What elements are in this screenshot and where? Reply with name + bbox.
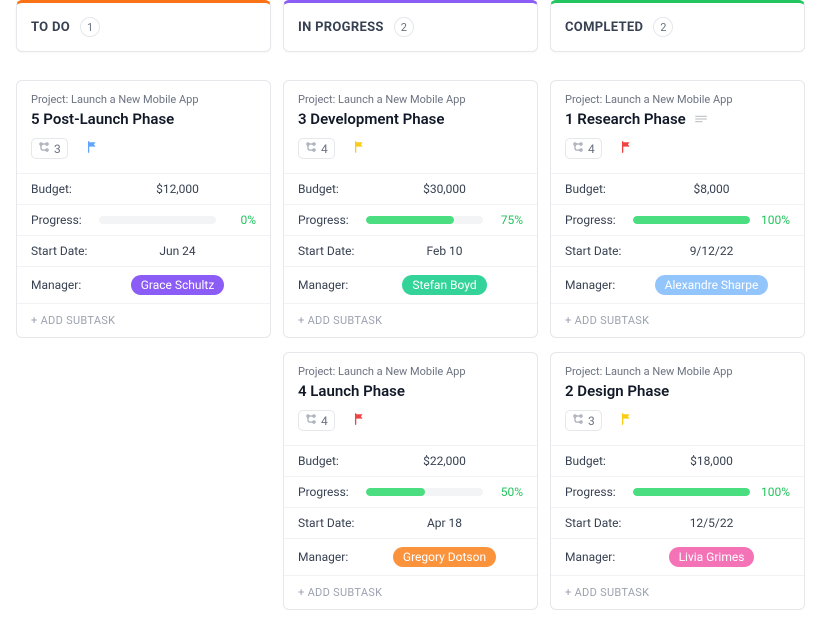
column-title: COMPLETED xyxy=(565,20,643,35)
progress-percent: 100% xyxy=(758,213,790,227)
manager-chip[interactable]: Livia Grimes xyxy=(669,547,755,567)
task-card[interactable]: Project: Launch a New Mobile App 3 Develo… xyxy=(283,80,538,338)
budget-row[interactable]: Budget:$12,000 xyxy=(17,173,270,204)
subtask-count-pill[interactable]: 4 xyxy=(565,138,602,159)
task-card[interactable]: Project: Launch a New Mobile App 2 Design… xyxy=(550,352,805,610)
priority-flag-icon[interactable] xyxy=(353,411,367,430)
task-title[interactable]: 2 Design Phase xyxy=(565,382,790,400)
priority-flag-icon[interactable] xyxy=(620,411,634,430)
project-line[interactable]: Project: Launch a New Mobile App xyxy=(565,365,790,378)
manager-chip[interactable]: Alexandre Sharpe xyxy=(655,275,769,295)
column-count-badge: 2 xyxy=(653,17,673,37)
column-header-completed[interactable]: COMPLETED 2 xyxy=(550,0,805,52)
progress-row[interactable]: Progress:0% xyxy=(17,204,270,235)
project-line[interactable]: Project: Launch a New Mobile App xyxy=(298,365,523,378)
start-date-row[interactable]: Start Date:9/12/22 xyxy=(551,235,804,266)
manager-row[interactable]: Manager:Stefan Boyd xyxy=(284,266,537,303)
cards-list: Project: Launch a New Mobile App 5 Post-L… xyxy=(16,80,271,338)
column-inprogress: IN PROGRESS 2 Project: Launch a New Mobile… xyxy=(283,0,538,610)
progress-percent: 100% xyxy=(758,485,790,499)
progress-row[interactable]: Progress:50% xyxy=(284,476,537,507)
add-subtask-button[interactable]: + ADD SUBTASK xyxy=(284,303,537,337)
progress-percent: 0% xyxy=(224,213,256,227)
subtask-count-pill[interactable]: 3 xyxy=(31,138,68,159)
column-completed: COMPLETED 2 Project: Launch a New Mobile A… xyxy=(550,0,805,610)
task-card[interactable]: Project: Launch a New Mobile App 1 Resear… xyxy=(550,80,805,338)
add-subtask-button[interactable]: + ADD SUBTASK xyxy=(551,303,804,337)
add-subtask-button[interactable]: + ADD SUBTASK xyxy=(284,575,537,609)
subtask-tree-icon xyxy=(38,141,50,156)
column-title: TO DO xyxy=(31,20,70,35)
manager-chip[interactable]: Gregory Dotson xyxy=(393,547,496,567)
manager-chip[interactable]: Stefan Boyd xyxy=(402,275,486,295)
progress-row[interactable]: Progress:100% xyxy=(551,204,804,235)
progress-bar xyxy=(633,488,750,496)
add-subtask-button[interactable]: + ADD SUBTASK xyxy=(551,575,804,609)
kanban-board: TO DO 1 Project: Launch a New Mobile App 5 … xyxy=(0,0,821,626)
progress-percent: 50% xyxy=(491,485,523,499)
task-card[interactable]: Project: Launch a New Mobile App 4 Launch… xyxy=(283,352,538,610)
subtask-tree-icon xyxy=(305,141,317,156)
subtask-tree-icon xyxy=(572,141,584,156)
subtask-count-pill[interactable]: 4 xyxy=(298,138,335,159)
column-title: IN PROGRESS xyxy=(298,20,384,35)
subtask-count-pill[interactable]: 4 xyxy=(298,410,335,431)
progress-row[interactable]: Progress:100% xyxy=(551,476,804,507)
start-date-row[interactable]: Start Date:12/5/22 xyxy=(551,507,804,538)
project-line[interactable]: Project: Launch a New Mobile App xyxy=(31,93,256,106)
start-date-row[interactable]: Start Date:Jun 24 xyxy=(17,235,270,266)
start-date-row[interactable]: Start Date:Apr 18 xyxy=(284,507,537,538)
task-title[interactable]: 5 Post-Launch Phase xyxy=(31,110,256,128)
manager-row[interactable]: Manager:Gregory Dotson xyxy=(284,538,537,575)
budget-row[interactable]: Budget:$18,000 xyxy=(551,445,804,476)
project-line[interactable]: Project: Launch a New Mobile App xyxy=(298,93,523,106)
priority-flag-icon[interactable] xyxy=(86,139,100,158)
add-subtask-button[interactable]: + ADD SUBTASK xyxy=(17,303,270,337)
column-count-badge: 1 xyxy=(80,17,100,37)
task-title[interactable]: 1 Research Phase xyxy=(565,110,790,128)
project-line[interactable]: Project: Launch a New Mobile App xyxy=(565,93,790,106)
column-todo: TO DO 1 Project: Launch a New Mobile App 5 … xyxy=(16,0,271,610)
progress-percent: 75% xyxy=(491,213,523,227)
column-header-todo[interactable]: TO DO 1 xyxy=(16,0,271,52)
cards-list: Project: Launch a New Mobile App 3 Develo… xyxy=(283,80,538,610)
start-date-row[interactable]: Start Date:Feb 10 xyxy=(284,235,537,266)
task-title[interactable]: 4 Launch Phase xyxy=(298,382,523,400)
progress-bar xyxy=(633,216,750,224)
description-icon xyxy=(694,110,708,128)
priority-flag-icon[interactable] xyxy=(353,139,367,158)
cards-list: Project: Launch a New Mobile App 1 Resear… xyxy=(550,80,805,610)
priority-flag-icon[interactable] xyxy=(620,139,634,158)
manager-row[interactable]: Manager:Livia Grimes xyxy=(551,538,804,575)
task-title[interactable]: 3 Development Phase xyxy=(298,110,523,128)
manager-chip[interactable]: Grace Schultz xyxy=(131,275,225,295)
subtask-tree-icon xyxy=(305,413,317,428)
subtask-tree-icon xyxy=(572,413,584,428)
column-header-inprogress[interactable]: IN PROGRESS 2 xyxy=(283,0,538,52)
manager-row[interactable]: Manager:Grace Schultz xyxy=(17,266,270,303)
task-card[interactable]: Project: Launch a New Mobile App 5 Post-L… xyxy=(16,80,271,338)
column-count-badge: 2 xyxy=(394,17,414,37)
progress-bar xyxy=(99,216,216,224)
manager-row[interactable]: Manager:Alexandre Sharpe xyxy=(551,266,804,303)
progress-bar xyxy=(366,488,483,496)
progress-row[interactable]: Progress:75% xyxy=(284,204,537,235)
budget-row[interactable]: Budget:$30,000 xyxy=(284,173,537,204)
progress-bar xyxy=(366,216,483,224)
budget-row[interactable]: Budget:$22,000 xyxy=(284,445,537,476)
subtask-count-pill[interactable]: 3 xyxy=(565,410,602,431)
budget-row[interactable]: Budget:$8,000 xyxy=(551,173,804,204)
